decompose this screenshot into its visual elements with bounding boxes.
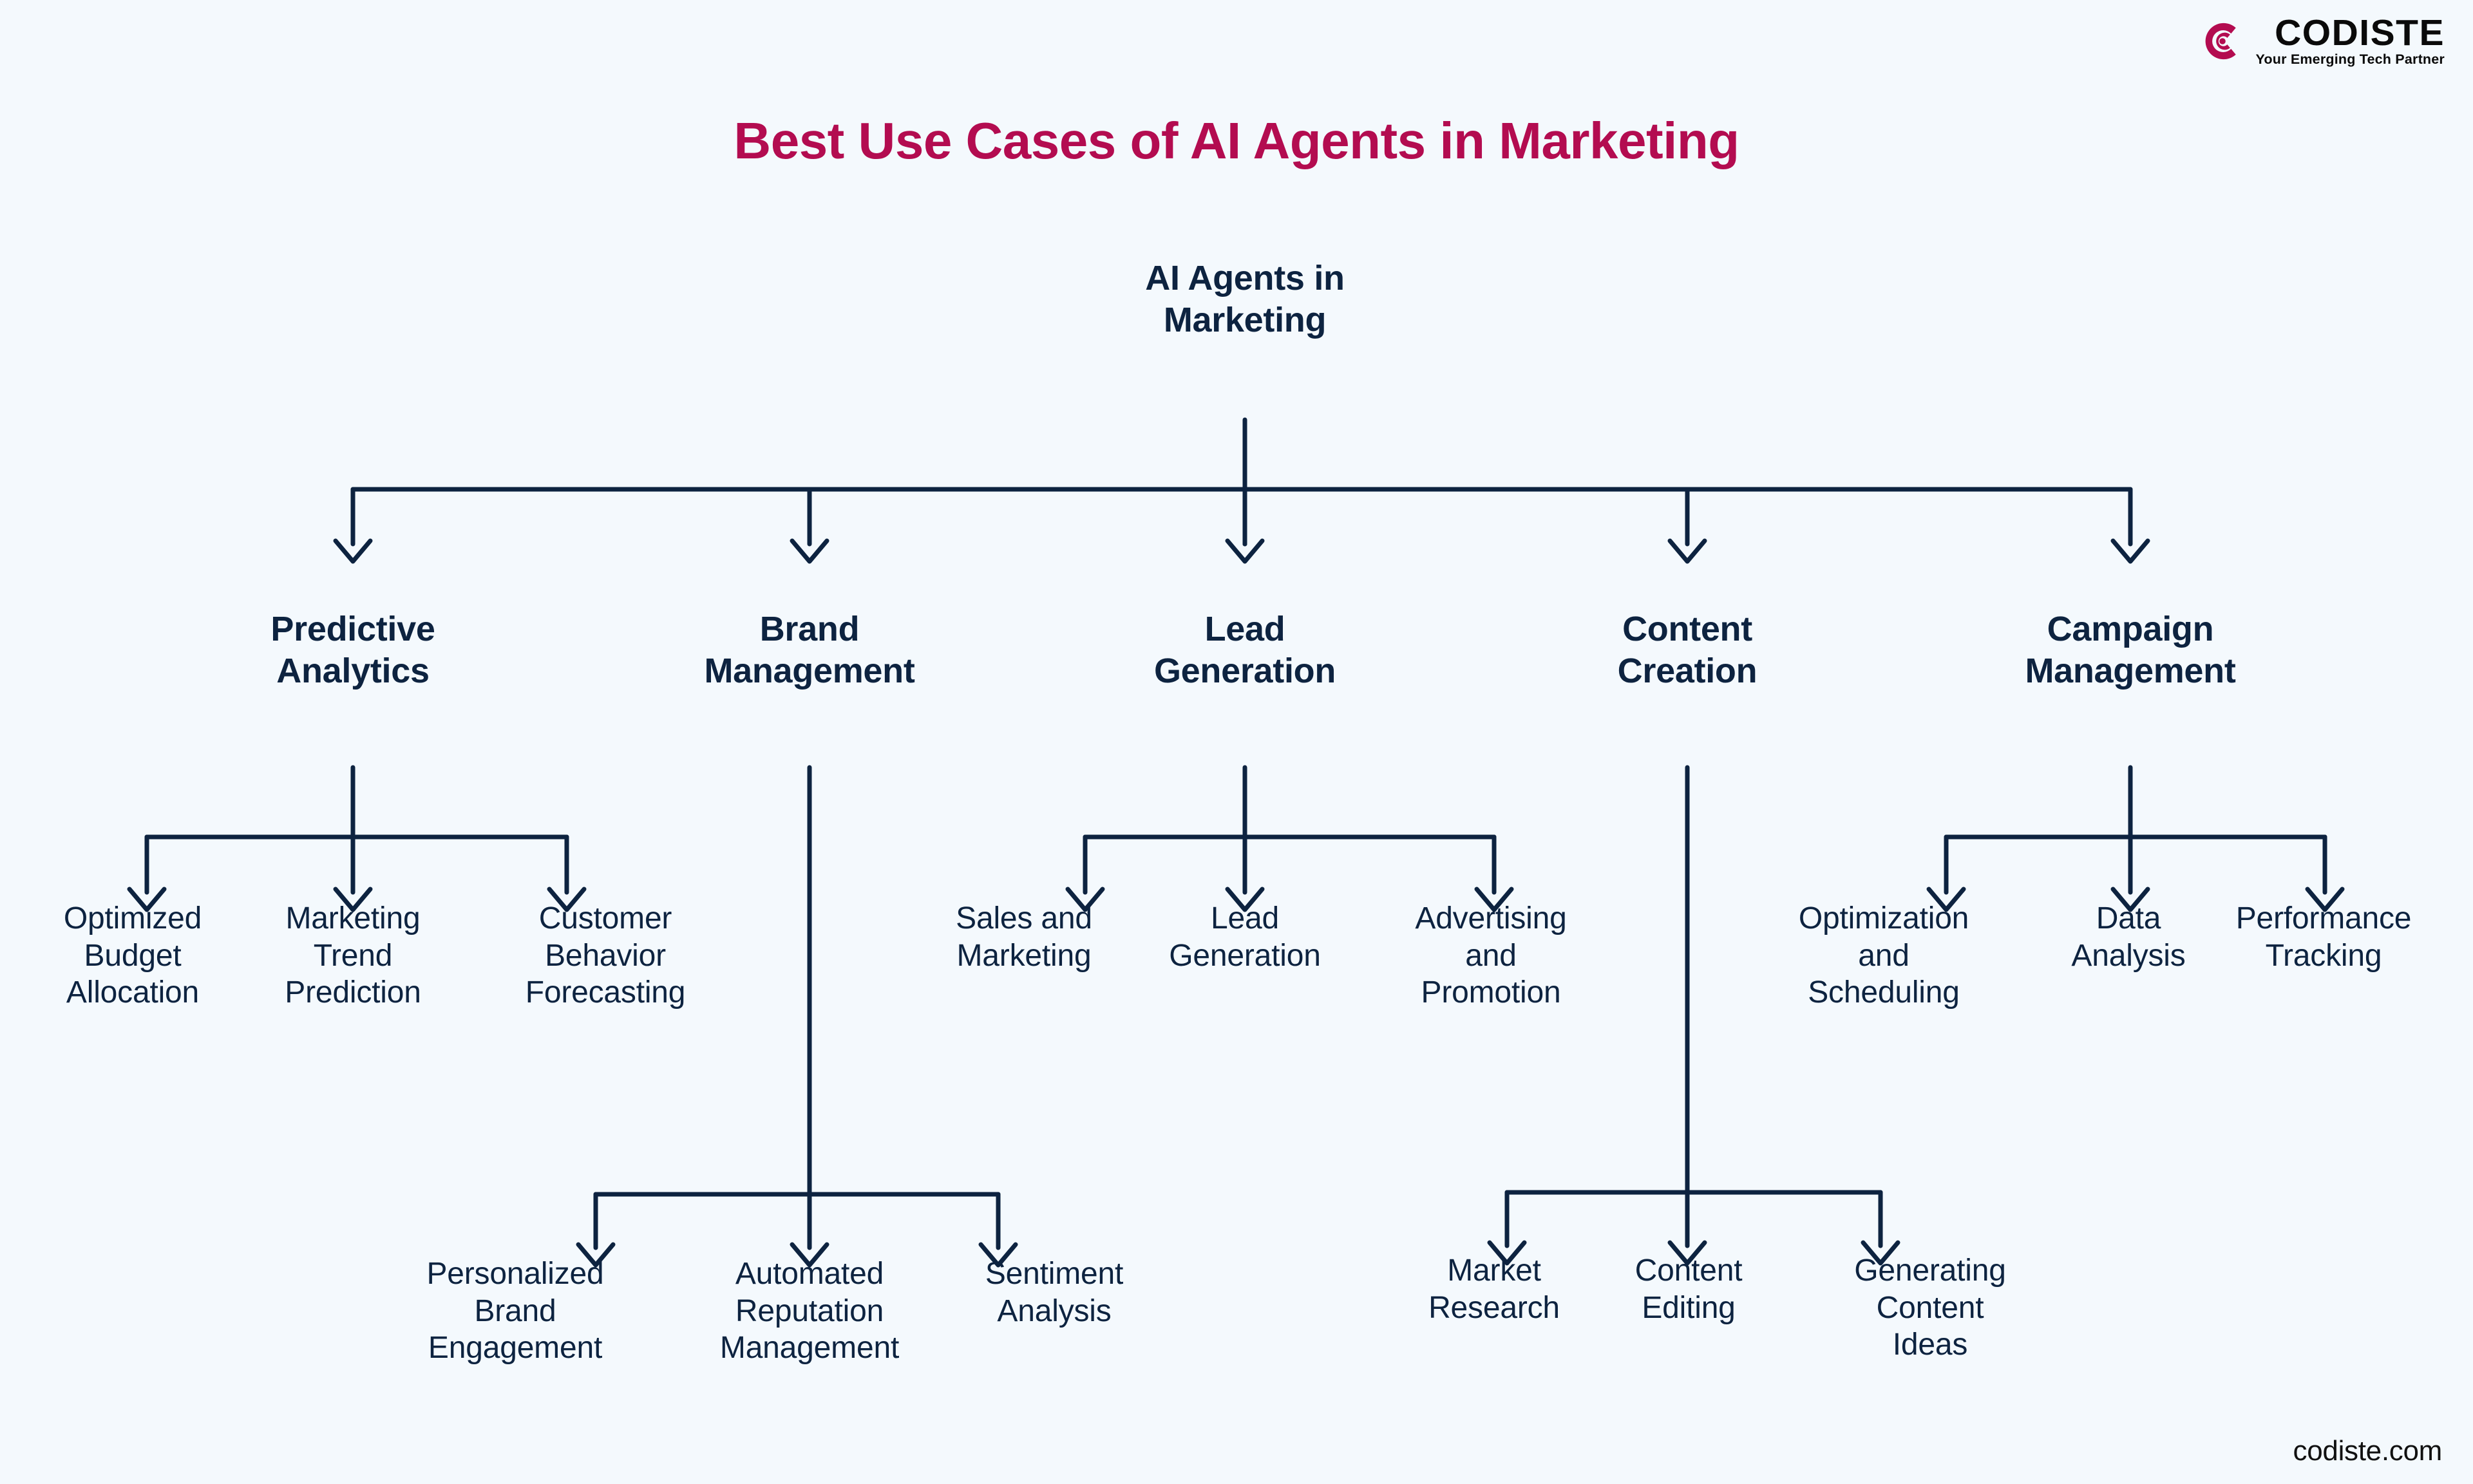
node-branch-predictive-analytics: Predictive Analytics — [270, 610, 435, 690]
node-leaf-customer-behavior-forecasting: Customer Behavior Forecasting — [525, 901, 686, 1010]
node-branch-content-creation: Content Creation — [1617, 610, 1758, 690]
node-leaf-personalized-brand-engagement: Personalized Brand Engagement — [426, 1257, 604, 1366]
node-leaf-lead-generation: Lead Generation — [1169, 901, 1321, 973]
tree-diagram: AI Agents in Marketing Predictive Analyt… — [0, 0, 2473, 1484]
node-branch-brand-management: Brand Management — [704, 610, 915, 690]
node-leaf-generating-content-ideas: Generating Content Ideas — [1854, 1254, 2006, 1362]
node-leaf-content-editing: Content Editing — [1634, 1254, 1743, 1325]
node-leaf-marketing-trend-prediction: Marketing Trend Prediction — [285, 901, 421, 1010]
arrowhead-branch-0 — [333, 538, 373, 564]
node-branch-campaign-management: Campaign Management — [2025, 610, 2236, 690]
node-leaf-advertising-and-promotion: Advertising and Promotion — [1415, 901, 1567, 1010]
node-leaf-optimization-and-scheduling: Optimization and Scheduling — [1798, 901, 1969, 1010]
footer-website-url: codiste.com — [2293, 1435, 2443, 1467]
arrowhead-branch-4 — [2110, 538, 2150, 564]
node-leaf-sentiment-analysis: Sentiment Analysis — [985, 1257, 1124, 1328]
node-leaf-market-research: Market Research — [1428, 1254, 1560, 1325]
infographic-canvas: CODISTE Your Emerging Tech Partner Best … — [0, 0, 2473, 1484]
node-root: AI Agents in Marketing — [1145, 259, 1345, 339]
arrowhead-branch-1 — [790, 538, 829, 564]
node-leaf-automated-reputation-management: Automated Reputation Management — [719, 1257, 900, 1366]
arrowhead-branch-2 — [1225, 538, 1265, 564]
node-leaf-performance-tracking: Performance Tracking — [2235, 901, 2412, 973]
node-branch-lead-generation: Lead Generation — [1153, 610, 1336, 690]
connector-lines — [127, 417, 2345, 1268]
arrowhead-branch-3 — [1667, 538, 1707, 564]
